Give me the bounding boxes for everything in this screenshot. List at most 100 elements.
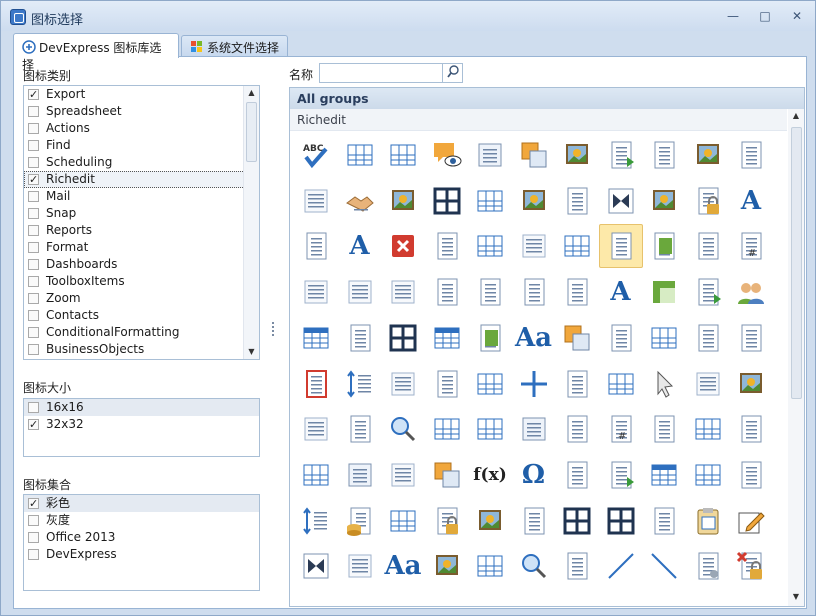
- bookmark-page-icon[interactable]: [512, 407, 556, 451]
- page-text3-icon[interactable]: [555, 544, 599, 588]
- page-search-icon[interactable]: [512, 544, 556, 588]
- checkbox[interactable]: [28, 417, 39, 433]
- table-header-icon[interactable]: [294, 316, 338, 360]
- checkbox[interactable]: [28, 310, 39, 321]
- page-refresh-icon[interactable]: [729, 316, 773, 360]
- table-split2-icon[interactable]: [599, 499, 643, 543]
- checkbox[interactable]: [28, 496, 39, 512]
- scroll-thumb[interactable]: [246, 102, 257, 162]
- table-grid-icon[interactable]: [381, 133, 425, 177]
- page-list-icon[interactable]: [642, 407, 686, 451]
- page-gear-icon[interactable]: [686, 544, 730, 588]
- diagonal2-icon[interactable]: [642, 544, 686, 588]
- copy-shapes-icon[interactable]: [425, 453, 469, 497]
- line-spacing-icon[interactable]: [338, 362, 382, 406]
- scroll-down-icon[interactable]: ▼: [788, 592, 804, 606]
- table-merge-icon[interactable]: [468, 362, 512, 406]
- checkbox[interactable]: [28, 276, 39, 287]
- page-img-icon[interactable]: [599, 316, 643, 360]
- font-aa-icon[interactable]: Aa: [381, 544, 425, 588]
- page-lines-icon[interactable]: [294, 224, 338, 268]
- edit-icon[interactable]: [729, 499, 773, 543]
- align-justify-icon[interactable]: [381, 270, 425, 314]
- list-item[interactable]: 16x16: [24, 399, 259, 416]
- abc-ab-icon[interactable]: [729, 133, 773, 177]
- table-header2-icon[interactable]: [425, 316, 469, 360]
- scroll-thumb[interactable]: [791, 127, 802, 399]
- formula-table-icon[interactable]: [468, 133, 512, 177]
- checkbox[interactable]: [28, 191, 39, 202]
- indent-list-icon[interactable]: [294, 407, 338, 451]
- scroll-up-icon[interactable]: ▲: [788, 111, 804, 125]
- page-scroll-icon[interactable]: [468, 270, 512, 314]
- page-play-icon[interactable]: [599, 453, 643, 497]
- checkbox[interactable]: [28, 344, 39, 355]
- butterfly-icon[interactable]: [294, 544, 338, 588]
- page-text2-icon[interactable]: [555, 362, 599, 406]
- list-item[interactable]: DevExpress: [24, 546, 259, 563]
- checkbox[interactable]: [28, 87, 39, 103]
- table-dims-icon[interactable]: [381, 499, 425, 543]
- table-columns-icon[interactable]: [642, 316, 686, 360]
- checkbox[interactable]: [28, 293, 39, 304]
- list-item[interactable]: 彩色: [24, 495, 259, 512]
- picture2-icon[interactable]: [686, 133, 730, 177]
- table-eraser-icon[interactable]: [686, 453, 730, 497]
- lock-delete-icon[interactable]: [729, 544, 773, 588]
- picture-icon[interactable]: [555, 133, 599, 177]
- page-text-icon[interactable]: [642, 133, 686, 177]
- page-curve-icon[interactable]: [555, 407, 599, 451]
- page-hash2-icon[interactable]: #: [599, 407, 643, 451]
- list-item[interactable]: Reports: [24, 222, 259, 239]
- page-import-icon[interactable]: [512, 499, 556, 543]
- omega-icon[interactable]: Ω: [512, 453, 556, 497]
- close-button[interactable]: ✕: [789, 9, 805, 23]
- font-a-icon[interactable]: A: [338, 224, 382, 268]
- list-item[interactable]: Dashboards: [24, 256, 259, 273]
- gallery-scrollbar[interactable]: ▲ ▼: [788, 109, 804, 606]
- table-split-icon[interactable]: [468, 407, 512, 451]
- align-center-icon[interactable]: [338, 270, 382, 314]
- list-item[interactable]: Richedit: [24, 171, 259, 188]
- list-item[interactable]: Scheduling: [24, 154, 259, 171]
- table-blue-icon[interactable]: [642, 453, 686, 497]
- checkbox[interactable]: [28, 157, 39, 168]
- table-cell-icon[interactable]: [425, 407, 469, 451]
- list-item[interactable]: Mail: [24, 188, 259, 205]
- page-arrow-icon[interactable]: [599, 133, 643, 177]
- bring-front-icon[interactable]: [512, 133, 556, 177]
- minimize-button[interactable]: —: [725, 9, 741, 23]
- handshake-icon[interactable]: [338, 179, 382, 223]
- shading-icon[interactable]: [642, 270, 686, 314]
- eraser-ab-icon[interactable]: [686, 224, 730, 268]
- page-move-icon[interactable]: [425, 270, 469, 314]
- all-groups-header[interactable]: All groups: [290, 88, 804, 109]
- splitter-handle[interactable]: [271, 322, 275, 338]
- checkbox[interactable]: [28, 106, 39, 117]
- page-align-icon[interactable]: [642, 499, 686, 543]
- checkbox[interactable]: [28, 140, 39, 151]
- insert-column-icon[interactable]: [381, 453, 425, 497]
- indent-arrow-icon[interactable]: [294, 179, 338, 223]
- checkbox[interactable]: [28, 123, 39, 134]
- diagonal-icon[interactable]: [599, 544, 643, 588]
- spelling-icon[interactable]: ABC: [294, 133, 338, 177]
- table-lines-icon[interactable]: [599, 362, 643, 406]
- cross-lines-icon[interactable]: [512, 362, 556, 406]
- clipboard-icon[interactable]: [686, 499, 730, 543]
- table-4-icon[interactable]: [381, 316, 425, 360]
- database-page-icon[interactable]: [338, 499, 382, 543]
- checkbox[interactable]: [28, 515, 39, 526]
- checkbox[interactable]: [28, 259, 39, 270]
- page-picture-icon[interactable]: [381, 179, 425, 223]
- insert-row-icon[interactable]: [512, 224, 556, 268]
- page-frame-icon[interactable]: [512, 270, 556, 314]
- list-item[interactable]: Spreadsheet: [24, 103, 259, 120]
- checkbox[interactable]: [28, 208, 39, 219]
- page-arrow2-icon[interactable]: [686, 270, 730, 314]
- table-col-icon[interactable]: [294, 453, 338, 497]
- bookmark-butterfly-icon[interactable]: [599, 179, 643, 223]
- list-item[interactable]: 灰度: [24, 512, 259, 529]
- tab-devexpress-library[interactable]: DevExpress 图标库选择: [13, 33, 179, 72]
- search-globe-icon[interactable]: [381, 407, 425, 451]
